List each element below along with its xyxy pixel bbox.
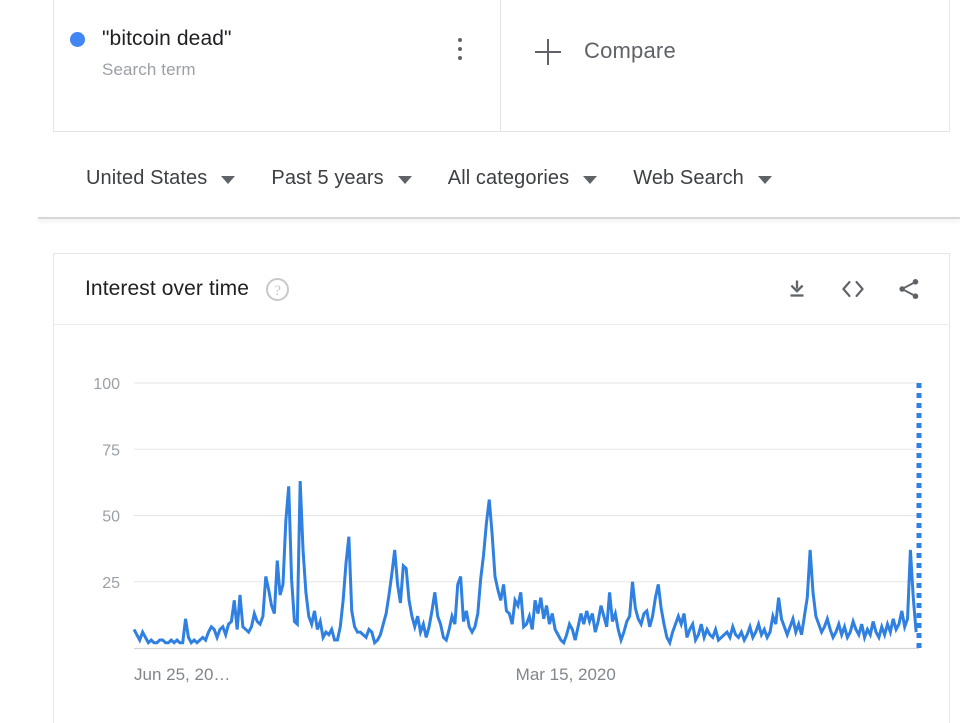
chevron-down-icon bbox=[757, 175, 772, 184]
filter-region-label: United States bbox=[86, 166, 208, 189]
filter-search-type-label: Web Search bbox=[633, 166, 744, 189]
kebab-dot-3 bbox=[458, 56, 462, 60]
search-terms-row: "bitcoin dead" Search term Compare bbox=[53, 0, 950, 132]
compare-button[interactable]: Compare bbox=[501, 0, 949, 131]
search-term-type: Search term bbox=[102, 60, 196, 79]
search-term-content: "bitcoin dead" Search term bbox=[54, 25, 500, 82]
chart-gridlines bbox=[134, 382, 919, 650]
filter-category-label: All categories bbox=[447, 166, 570, 189]
interest-over-time-card: Interest over time ? 100 75 50 25 Jun 25… bbox=[53, 253, 950, 723]
y-axis-tick-label: 50 bbox=[102, 509, 120, 526]
chart-y-axis-labels: 100 75 50 25 bbox=[93, 376, 120, 592]
filter-region[interactable]: United States bbox=[86, 166, 236, 190]
google-trends-page: "bitcoin dead" Search term Compare Unite… bbox=[0, 0, 960, 723]
question-mark-icon[interactable]: ? bbox=[266, 277, 290, 301]
y-axis-tick-label: 25 bbox=[102, 575, 120, 592]
filter-bar: United States Past 5 years All categorie… bbox=[0, 145, 960, 211]
filter-category[interactable]: All categories bbox=[447, 166, 598, 190]
plus-icon bbox=[535, 39, 561, 65]
card-title: Interest over time bbox=[85, 277, 250, 300]
filter-time-range-label: Past 5 years bbox=[271, 166, 384, 189]
section-divider bbox=[38, 217, 960, 219]
series-line-bitcoin-dead bbox=[132, 480, 918, 647]
kebab-dot-2 bbox=[458, 47, 462, 51]
y-axis-tick-label: 75 bbox=[102, 442, 120, 459]
card-header: Interest over time ? bbox=[54, 254, 949, 325]
chevron-down-icon bbox=[397, 175, 412, 184]
search-term-label: "bitcoin dead" bbox=[102, 27, 232, 50]
series-color-dot-icon bbox=[70, 32, 85, 47]
card-actions bbox=[782, 274, 924, 304]
interest-over-time-chart[interactable]: 100 75 50 25 Jun 25, 20… Mar 15, 2020 bbox=[54, 325, 949, 723]
chart-svg: 100 75 50 25 Jun 25, 20… Mar 15, 2020 bbox=[93, 376, 922, 684]
search-term-texts: "bitcoin dead" Search term bbox=[102, 25, 232, 82]
chevron-down-icon bbox=[221, 175, 236, 184]
x-axis-tick-label: Mar 15, 2020 bbox=[516, 665, 616, 684]
share-icon[interactable] bbox=[894, 274, 924, 304]
filter-search-type[interactable]: Web Search bbox=[633, 167, 772, 190]
kebab-menu-icon[interactable] bbox=[450, 38, 470, 62]
filter-time-range[interactable]: Past 5 years bbox=[271, 166, 412, 190]
search-term-card[interactable]: "bitcoin dead" Search term bbox=[54, 0, 501, 131]
compare-label: Compare bbox=[584, 38, 676, 63]
x-axis-tick-label: Jun 25, 20… bbox=[134, 665, 230, 684]
chart-x-axis-labels: Jun 25, 20… Mar 15, 2020 bbox=[134, 665, 616, 684]
chevron-down-icon bbox=[583, 175, 598, 184]
y-axis-tick-label: 100 bbox=[93, 376, 120, 393]
code-brackets-icon[interactable] bbox=[838, 274, 868, 304]
download-icon[interactable] bbox=[782, 274, 812, 304]
kebab-dot-1 bbox=[458, 38, 462, 42]
